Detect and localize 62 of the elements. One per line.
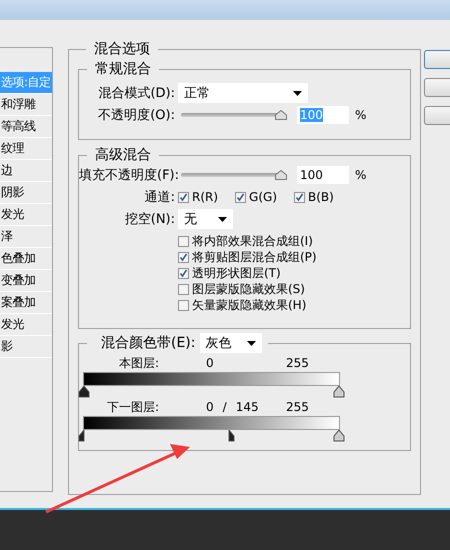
group-title: 高级混合 xyxy=(94,146,152,164)
value-field[interactable]: 100 xyxy=(297,166,349,184)
blend-mode-dropdown[interactable]: 正常 xyxy=(178,83,308,103)
knockout-dropdown[interactable]: 无 xyxy=(178,209,233,229)
band-value: 145 xyxy=(236,400,259,414)
checkbox-label: R(R) xyxy=(192,190,218,204)
band-value: / xyxy=(222,400,227,414)
band-label: 下一图层: xyxy=(106,398,159,416)
slider-thumb[interactable] xyxy=(275,110,287,120)
field-label: 不透明度(O): xyxy=(97,107,175,124)
slider-thumb[interactable] xyxy=(275,170,287,180)
field-label: 挖空(N): xyxy=(124,211,175,228)
slider-thumb[interactable] xyxy=(333,430,345,442)
style-list-item[interactable]: 泽 xyxy=(0,226,52,248)
panel-title: 混合选项 xyxy=(93,40,151,58)
style-list-item[interactable]: 边 xyxy=(0,160,52,182)
checkbox[interactable] xyxy=(178,284,189,294)
style-list-item[interactable]: 案叠加 xyxy=(0,292,52,314)
checkbox-label: G(G) xyxy=(249,190,278,204)
checkbox-label: 矢量蒙版隐藏效果(H) xyxy=(192,296,306,314)
style-list-item[interactable]: 纹理 xyxy=(0,138,52,160)
checkbox[interactable] xyxy=(294,192,306,202)
checkbox[interactable] xyxy=(178,300,189,310)
caret-icon xyxy=(218,216,227,222)
style-list-item[interactable]: 色叠加 xyxy=(0,248,52,270)
field-label: 混合颜色带(E): xyxy=(101,334,196,352)
style-list-item[interactable]: 阴影 xyxy=(0,182,52,204)
checkbox-label: B(B) xyxy=(308,190,334,204)
style-list-item[interactable]: 和浮雕 xyxy=(0,94,52,116)
band-value: 0 xyxy=(206,356,214,370)
checkbox-label: 透明形状图层(T) xyxy=(192,264,281,282)
blend-if-dropdown[interactable]: 灰色 xyxy=(200,333,262,353)
dialog-button[interactable] xyxy=(424,50,450,69)
style-list-item[interactable]: 变叠加 xyxy=(0,270,52,292)
checkbox-label: 图层蒙版隐藏效果(S) xyxy=(192,280,305,298)
style-list-item[interactable]: 发光 xyxy=(0,314,52,336)
checkbox-label: 将内部效果混合成组(I) xyxy=(192,232,313,250)
band-label: 本图层: xyxy=(118,354,159,372)
field-label: 混合模式(D): xyxy=(97,85,175,102)
checkbox[interactable] xyxy=(178,236,189,246)
dialog-button[interactable] xyxy=(424,106,450,125)
checkbox[interactable] xyxy=(178,268,189,278)
checkbox[interactable] xyxy=(235,192,246,202)
caret-icon xyxy=(246,340,256,346)
band-value: 0 xyxy=(206,400,214,414)
caret-icon xyxy=(293,90,302,96)
slider-thumb[interactable] xyxy=(78,386,90,398)
dialog-button[interactable] xyxy=(424,78,450,97)
percent-label: % xyxy=(355,108,366,122)
group-title: 常规混合 xyxy=(94,60,152,78)
field-label: 填充不透明度(F): xyxy=(79,167,175,184)
percent-label: % xyxy=(355,168,366,182)
band-value: 255 xyxy=(286,400,309,414)
checkbox[interactable] xyxy=(178,252,189,262)
style-list-item[interactable]: 影 xyxy=(0,336,52,358)
checkbox-label: 将剪贴图层混合成组(P) xyxy=(192,248,317,266)
field-label: 通道: xyxy=(144,189,175,206)
style-list-item[interactable]: 发光 xyxy=(0,204,52,226)
slider-thumb[interactable] xyxy=(333,386,345,398)
style-list-item[interactable]: 等高线 xyxy=(0,116,52,138)
band-value: 255 xyxy=(286,356,309,370)
checkbox[interactable] xyxy=(178,192,189,202)
